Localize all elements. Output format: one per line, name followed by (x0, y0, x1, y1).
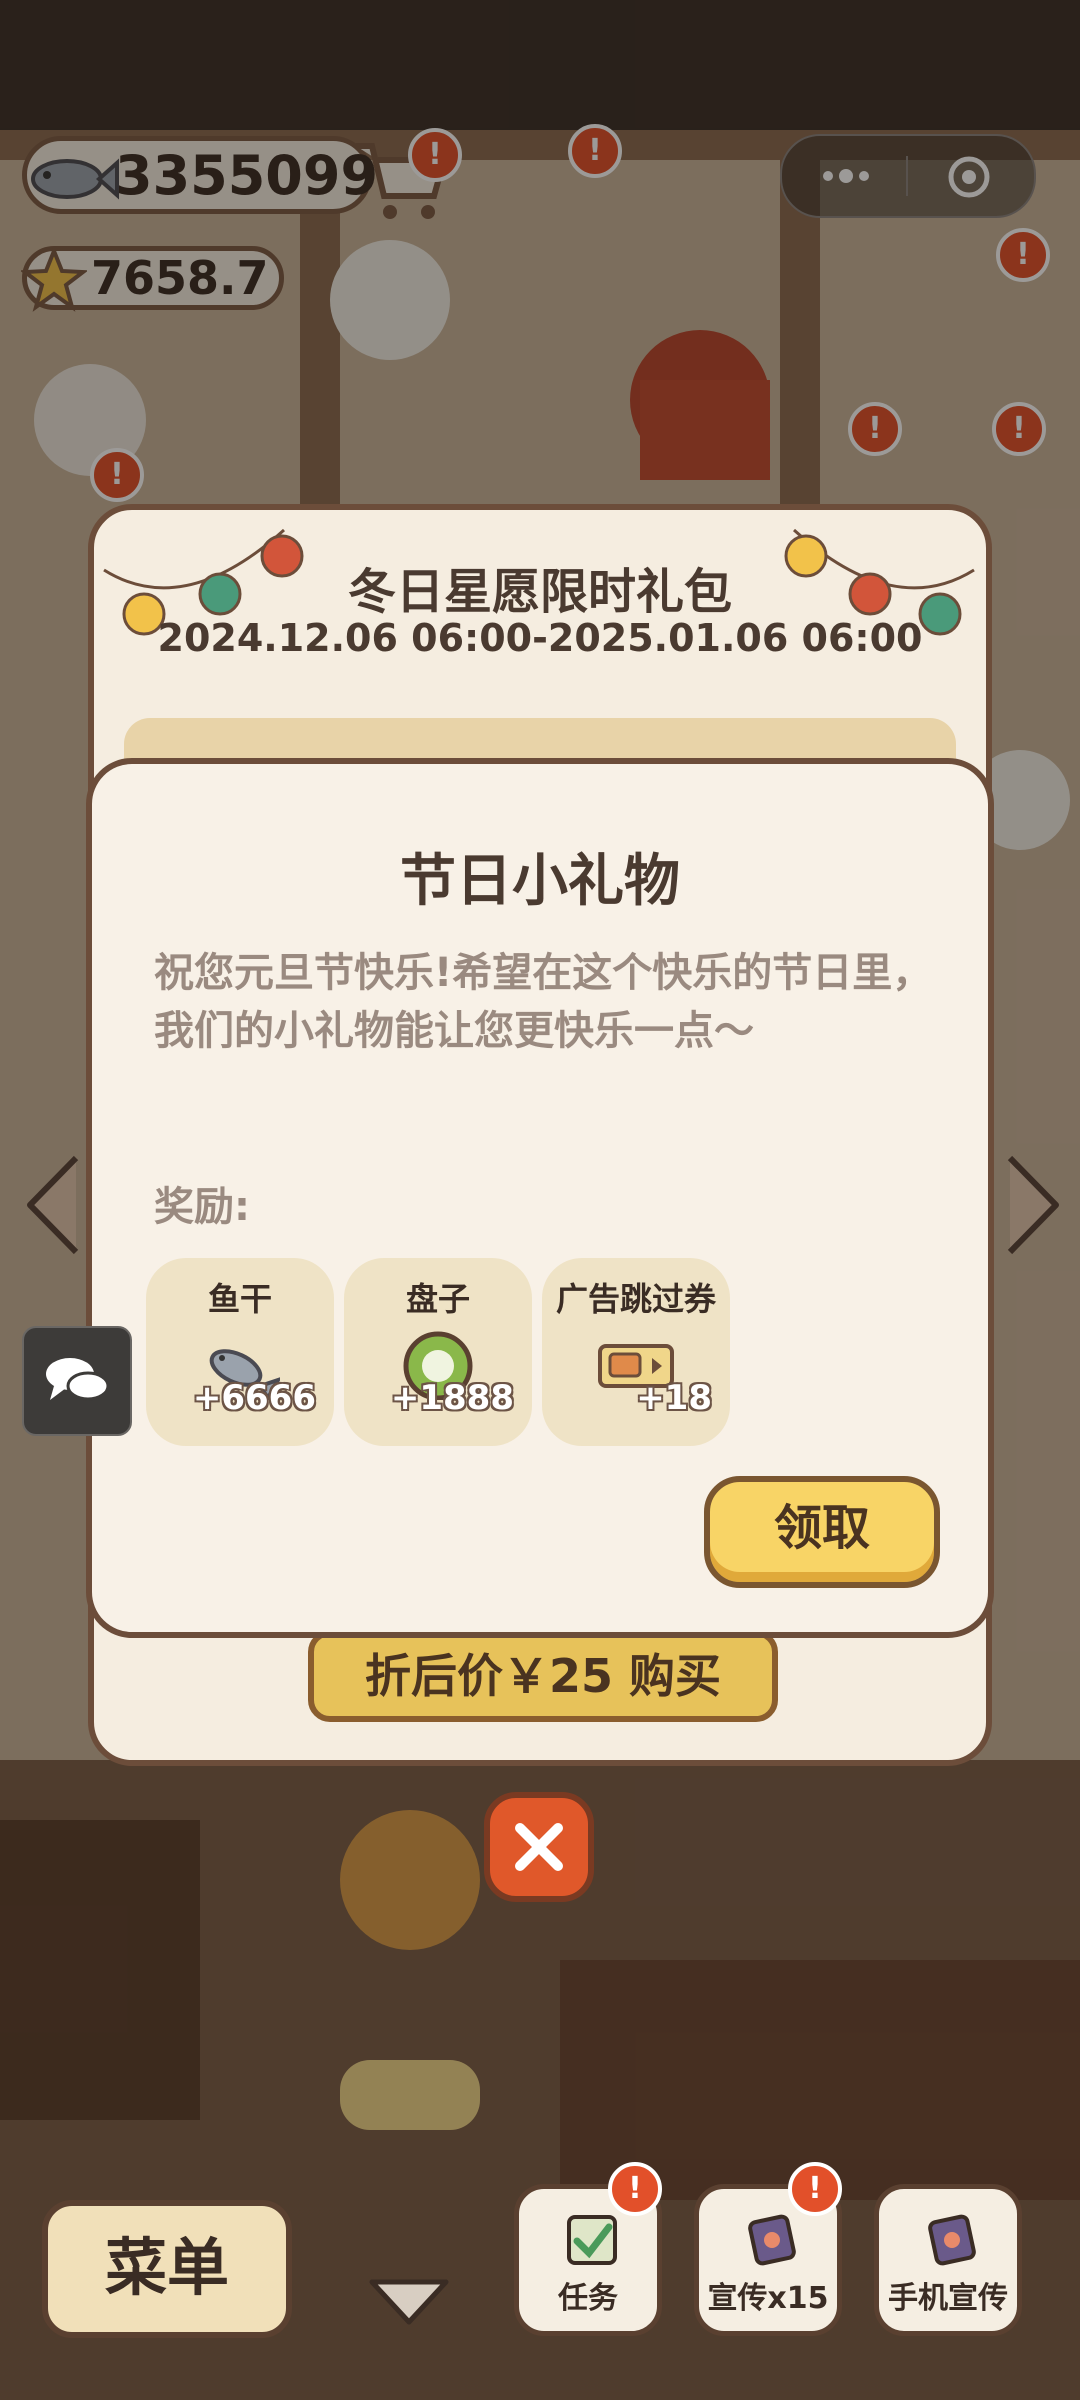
chat-bubbles-icon (46, 1358, 110, 1401)
promote-alert-badge: ! (788, 2162, 842, 2216)
reward-item: 盘子 +1888 (344, 1258, 532, 1446)
phone-promote-label: 手机宣传 (888, 2281, 1008, 2316)
checklist-icon (567, 2215, 617, 2265)
arrow-right-icon[interactable] (996, 1150, 1066, 1260)
reward-name: 广告跳过券 (555, 1280, 716, 1318)
claim-button[interactable]: 领取 (704, 1476, 940, 1588)
reward-count: +1888 (390, 1378, 514, 1418)
close-button[interactable] (484, 1792, 594, 1902)
dialog-title: 节日小礼物 (400, 849, 680, 914)
promote-label: 宣传x15 (707, 2281, 829, 2316)
phone-promote-button[interactable]: 手机宣传 (874, 2184, 1022, 2336)
tasks-alert-badge: ! (608, 2162, 662, 2216)
arrow-left-icon[interactable] (20, 1150, 90, 1260)
holiday-gift-dialog: 节日小礼物 祝您元旦节快乐!希望在这个快乐的节日里，我们的小礼物能让您更快乐一点… (86, 758, 994, 1638)
reward-count: +6666 (192, 1378, 316, 1418)
promo-buy-button[interactable]: 折后价￥25 购买 (308, 1630, 778, 1722)
reward-item: 广告跳过券 +18 (542, 1258, 730, 1446)
promo-date-range: 2024.12.06 06:00-2025.01.06 06:00 (157, 616, 923, 660)
reward-name: 鱼干 (207, 1280, 272, 1318)
reward-item: 鱼干 +6666 (146, 1258, 334, 1446)
reward-name: 盘子 (405, 1280, 470, 1318)
rewards-label: 奖励: (154, 1184, 250, 1230)
promo-card-icon (748, 2214, 796, 2266)
menu-button[interactable]: 菜单 (42, 2200, 292, 2338)
phone-promo-icon (928, 2214, 976, 2266)
reward-count: +18 (636, 1378, 712, 1418)
chevron-down-icon[interactable] (364, 2272, 454, 2332)
close-icon (515, 1823, 563, 1871)
chat-button[interactable] (22, 1326, 132, 1436)
tasks-label: 任务 (558, 2281, 618, 2316)
promo-title: 冬日星愿限时礼包 (347, 564, 732, 620)
dialog-message: 祝您元旦节快乐!希望在这个快乐的节日里，我们的小礼物能让您更快乐一点～ (154, 950, 933, 1054)
